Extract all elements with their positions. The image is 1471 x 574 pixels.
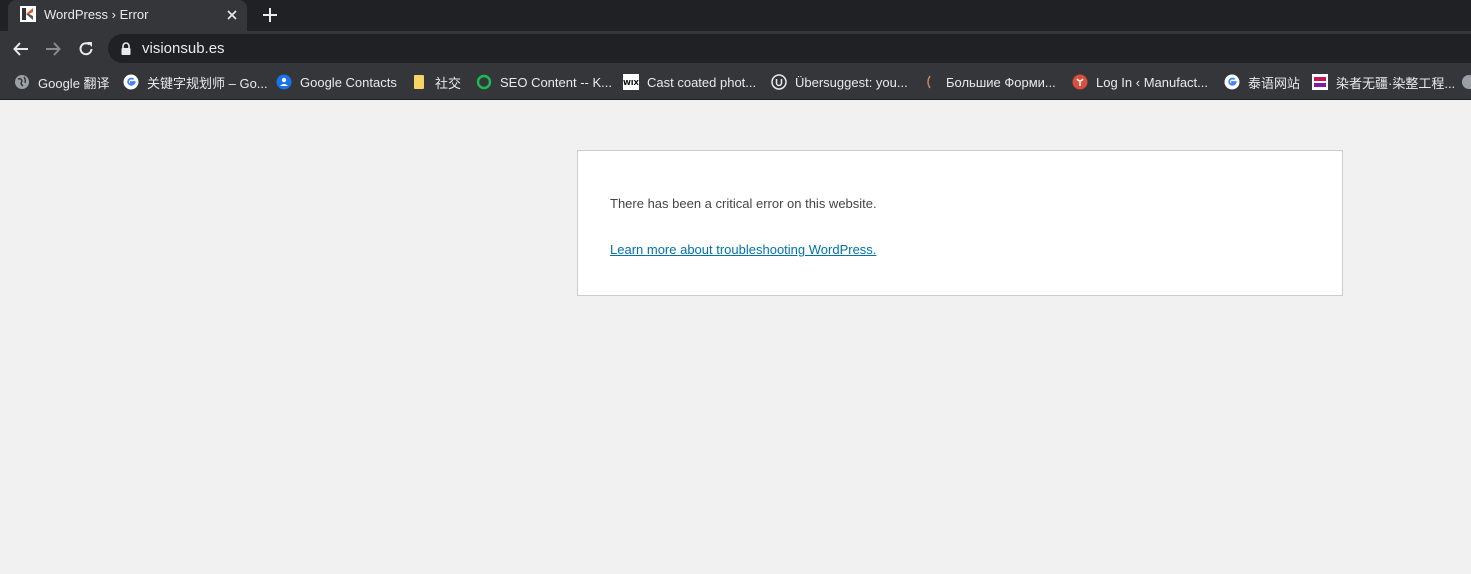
error-message: There has been a critical error on this … [610,196,877,211]
bookmark-label: 社交 [435,75,462,91]
wix-icon: WIX [623,74,639,90]
bookmark-label: Cast coated phot... [647,74,757,90]
paren-icon [927,75,931,89]
address-bar[interactable]: visionsub.es [108,34,1471,63]
reload-icon[interactable] [77,40,95,58]
contacts-icon [276,74,292,90]
ubersuggest-icon [771,74,787,90]
back-icon[interactable] [12,40,30,58]
troubleshooting-link[interactable]: Learn more about troubleshooting WordPre… [610,242,876,257]
bookmark-item[interactable]: 泰语网站 [1224,72,1300,92]
bookmark-label: 关键字规划师 – Go... [147,75,268,91]
bookmark-item[interactable]: Google 翻译 [14,72,110,92]
page-content: There has been a critical error on this … [0,100,1471,574]
bookmark-label: Übersuggest: you... [795,74,908,90]
bookmark-item[interactable]: 关键字规划师 – Go... [123,72,268,92]
login-icon [1072,74,1088,90]
globe-icon [15,75,29,89]
close-icon[interactable] [224,7,240,23]
bookmark-item[interactable]: 社交 [411,72,461,92]
bookmark-label: Большие Форми... [946,74,1056,90]
google-icon [1224,74,1240,90]
bookmark-item[interactable]: SEO Content -- K... [476,72,612,92]
ring-icon [476,74,492,90]
lock-icon[interactable] [120,42,132,56]
tab-title: WordPress › Error [44,7,149,22]
forward-icon[interactable] [44,40,62,58]
globe-icon [1462,75,1471,89]
bookmarks-bar: Google 翻译 关键字规划师 – Go... Google Contacts… [0,66,1471,100]
wordpress-favicon-icon [20,6,36,22]
google-icon [123,74,139,90]
url-text: visionsub.es [142,40,225,57]
bookmark-item[interactable]: 染者无疆·染整工程... [1312,72,1455,92]
bookmark-label: Log In ‹ Manufact... [1096,74,1209,90]
bookmark-item[interactable]: Übersuggest: you... [771,72,908,92]
bookmark-label: 泰语网站 [1248,75,1301,91]
site-icon [1312,74,1328,90]
bookmark-label: SEO Content -- K... [500,74,612,90]
bookmark-item[interactable]: Google Contacts [276,72,397,92]
bookmark-item[interactable]: WIX Cast coated phot... [623,72,756,92]
bookmark-label: Google 翻译 [38,75,110,91]
folder-icon [414,75,424,89]
bookmark-item[interactable]: Log In ‹ Manufact... [1072,72,1208,92]
bookmark-item[interactable]: Большие Форми... [922,72,1056,92]
error-box: There has been a critical error on this … [577,150,1343,296]
bookmark-item-overflow[interactable] [1461,72,1471,92]
svg-text:WIX: WIX [623,79,639,87]
bookmark-label: 染者无疆·染整工程... [1336,75,1456,91]
tab-strip: WordPress › Error [0,0,1471,31]
bookmark-label: Google Contacts [300,74,397,90]
new-tab-icon[interactable] [261,6,279,24]
active-tab[interactable]: WordPress › Error [8,0,247,31]
browser-toolbar: visionsub.es [0,31,1471,66]
